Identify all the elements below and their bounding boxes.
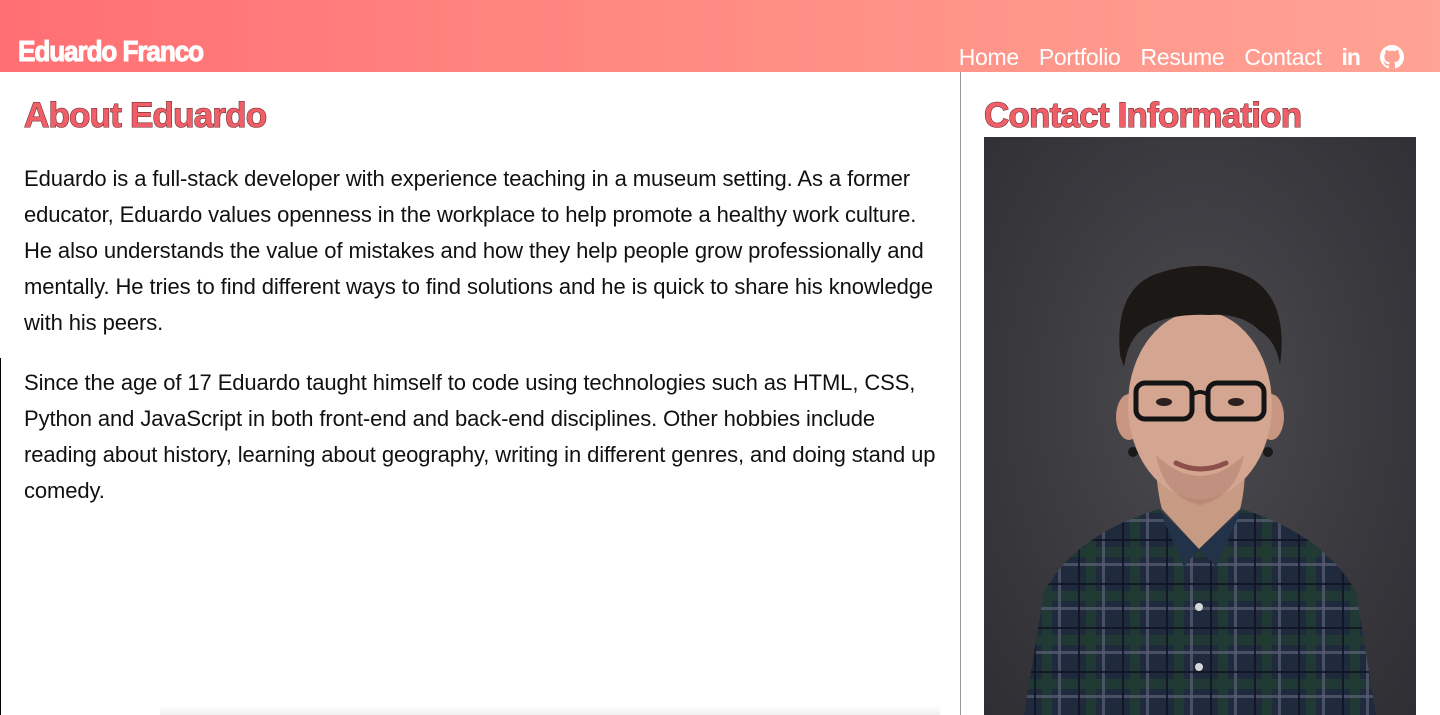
column-divider bbox=[960, 72, 961, 715]
brand-logo[interactable]: Eduardo Franco bbox=[18, 34, 205, 70]
profile-photo bbox=[984, 137, 1416, 715]
github-icon-svg bbox=[1380, 45, 1404, 69]
nav-contact-link[interactable]: Contact bbox=[1244, 43, 1321, 71]
bottom-shadow bbox=[160, 705, 940, 715]
portrait-illustration bbox=[1024, 265, 1376, 715]
site-header: Eduardo Franco Home Portfolio Resume Con… bbox=[0, 0, 1440, 72]
contact-section: Contact Information bbox=[983, 95, 1416, 715]
github-icon[interactable] bbox=[1380, 45, 1404, 69]
linkedin-icon[interactable]: in bbox=[1341, 43, 1361, 71]
linkedin-icon-glyph: in bbox=[1341, 44, 1361, 70]
nav-resume-link[interactable]: Resume bbox=[1141, 43, 1225, 71]
page-left-border bbox=[0, 358, 1, 715]
about-title: About Eduardo bbox=[23, 95, 267, 135]
about-paragraph: Since the age of 17 Eduardo taught himse… bbox=[24, 370, 936, 503]
about-section: About Eduardo Eduardo is a full-stack de… bbox=[23, 95, 944, 509]
about-paragraph: Eduardo is a full-stack developer with e… bbox=[24, 166, 933, 335]
nav-portfolio-link[interactable]: Portfolio bbox=[1039, 43, 1121, 71]
contact-title: Contact Information bbox=[983, 95, 1302, 135]
main-nav: Home Portfolio Resume Contact in bbox=[959, 43, 1404, 71]
nav-home-link[interactable]: Home bbox=[959, 43, 1019, 71]
